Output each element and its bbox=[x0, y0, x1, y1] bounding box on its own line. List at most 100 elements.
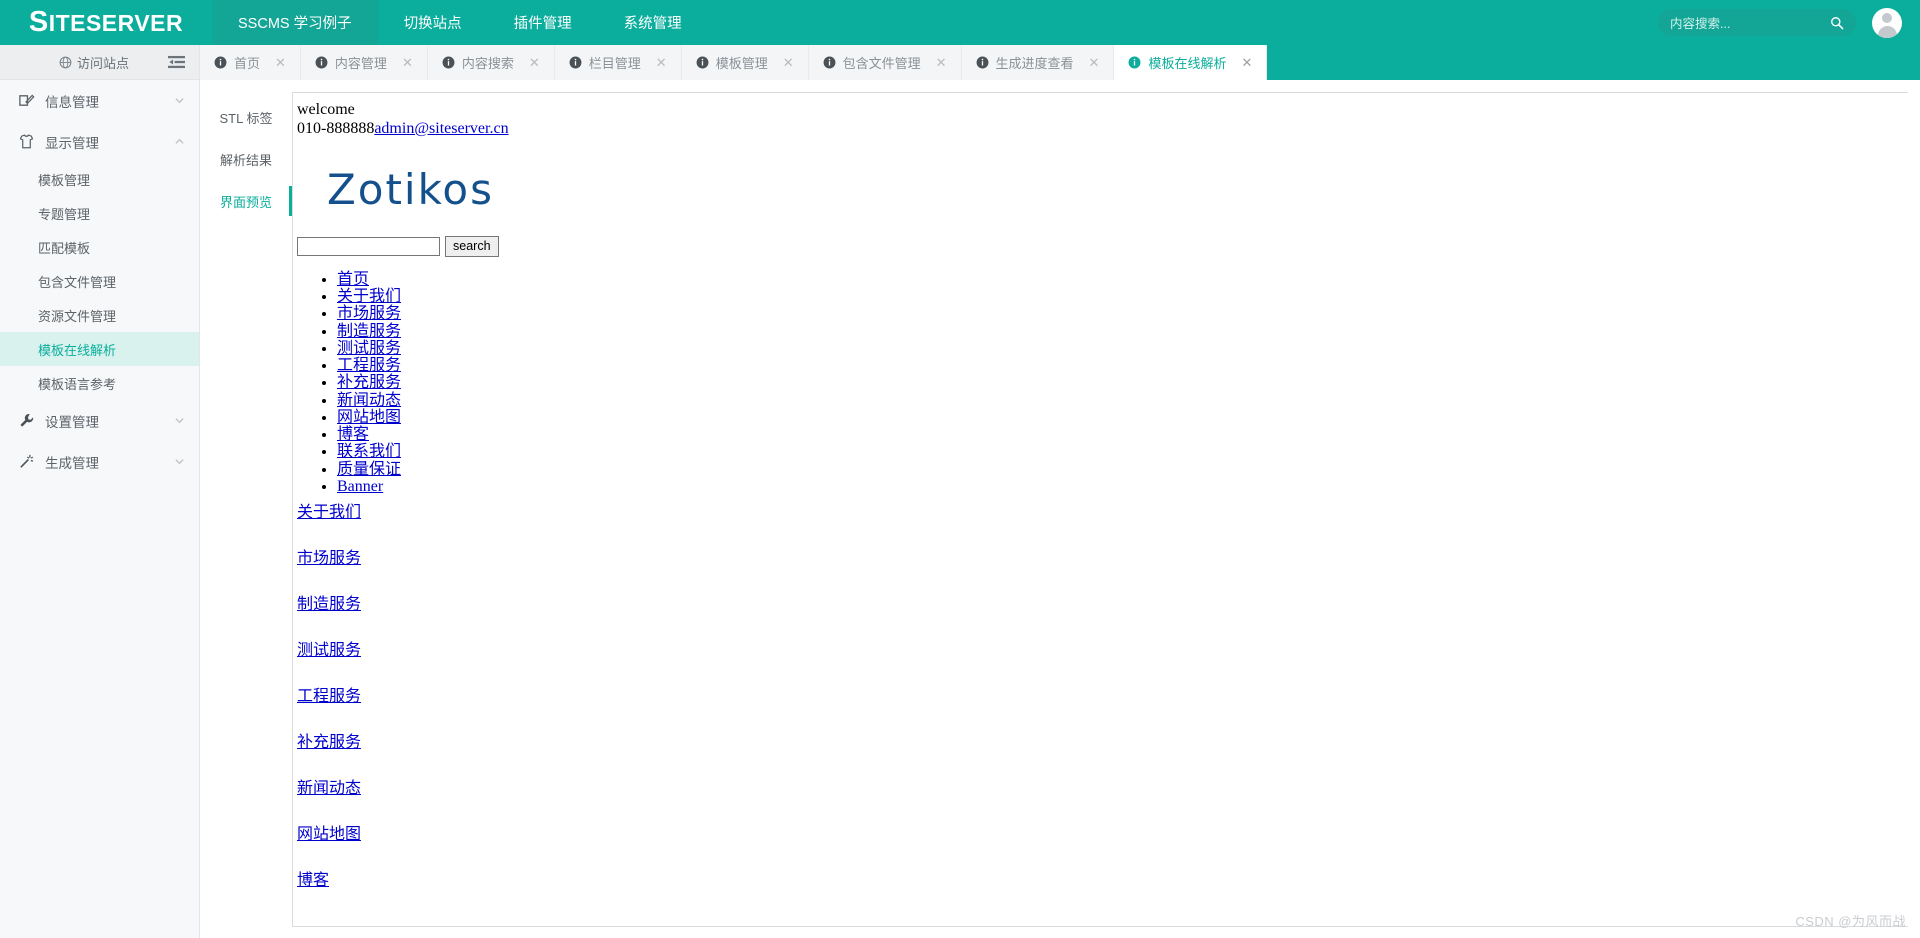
tab-close-icon[interactable]: ✕ bbox=[775, 55, 794, 71]
sidebar-item-match-template[interactable]: 匹配模板 bbox=[0, 230, 199, 264]
tab-close-icon[interactable]: ✕ bbox=[928, 55, 947, 71]
list-item[interactable]: 制造服务 bbox=[337, 323, 1908, 340]
sidebar-group-generate-manage[interactable]: 生成管理 bbox=[0, 441, 199, 482]
preview-menu-link[interactable]: 工程服务 bbox=[337, 357, 401, 374]
list-item[interactable]: 联系我们 bbox=[337, 443, 1908, 460]
tab-close-icon[interactable]: ✕ bbox=[648, 55, 667, 71]
preview-menu-link[interactable]: 网站地图 bbox=[337, 409, 401, 426]
tab-close-icon[interactable]: ✕ bbox=[1081, 55, 1100, 71]
preview-section-link[interactable]: 新闻动态 bbox=[297, 780, 361, 797]
preview-section-paragraph: 网站地图 bbox=[297, 827, 1908, 843]
app-logo[interactable]: S ITESERVER bbox=[0, 0, 212, 45]
preview-section-paragraph: 新闻动态 bbox=[297, 781, 1908, 797]
preview-section-link[interactable]: 制造服务 bbox=[297, 596, 361, 613]
top-nav-item-sscms-demo[interactable]: SSCMS 学习例子 bbox=[212, 0, 378, 45]
sidebar-item-template-online-parse[interactable]: 模板在线解析 bbox=[0, 332, 199, 366]
vtab-ui-preview[interactable]: 界面预览 bbox=[200, 180, 292, 222]
sidebar-item-template-manage[interactable]: 模板管理 bbox=[0, 162, 199, 196]
content-search-box[interactable]: 内容搜索... bbox=[1658, 9, 1856, 36]
preview-section-paragraph: 补充服务 bbox=[297, 735, 1908, 751]
top-nav-item-system-manage[interactable]: 系统管理 bbox=[598, 0, 708, 45]
preview-menu-link[interactable]: 关于我们 bbox=[337, 288, 401, 305]
vtab-stl-tags[interactable]: STL 标签 bbox=[200, 96, 292, 138]
sidebar-group-label: 信息管理 bbox=[45, 94, 99, 110]
tab-close-icon[interactable]: ✕ bbox=[394, 55, 413, 71]
tab-content-search[interactable]: 内容搜索 ✕ bbox=[427, 45, 555, 80]
tab-template-online-parse[interactable]: 模板在线解析 ✕ bbox=[1114, 45, 1268, 80]
watermark: CSDN @为风而战 bbox=[1795, 914, 1906, 929]
tab-list: 首页 ✕ 内容管理 ✕ 内容搜索 ✕ 栏目管理 ✕ 模板管理 ✕ 包含文件管理 … bbox=[200, 45, 1268, 80]
tab-label: 栏目管理 bbox=[588, 56, 641, 71]
tab-strip: 首页 ✕ 内容管理 ✕ 内容搜索 ✕ 栏目管理 ✕ 模板管理 ✕ 包含文件管理 … bbox=[200, 45, 1920, 80]
preview-search-input[interactable] bbox=[297, 236, 440, 256]
list-item[interactable]: 关于我们 bbox=[337, 288, 1908, 305]
app-logo-initial: S bbox=[28, 6, 49, 38]
preview-menu-list: 首页 关于我们 市场服务 制造服务 测试服务 工程服务 补充服务 新闻动态 网站… bbox=[297, 271, 1908, 495]
preview-section-link[interactable]: 博客 bbox=[297, 872, 329, 889]
preview-menu-link[interactable]: 博客 bbox=[337, 426, 369, 443]
list-item[interactable]: 质量保证 bbox=[337, 461, 1908, 478]
top-nav-item-switch-site[interactable]: 切换站点 bbox=[378, 0, 488, 45]
sidebar-item-asset-file-manage[interactable]: 资源文件管理 bbox=[0, 298, 199, 332]
collapse-menu-icon[interactable] bbox=[168, 55, 185, 69]
preview-contact-line: 010-888888admin@siteserver.cn bbox=[297, 120, 1908, 139]
preview-search-button[interactable]: search bbox=[445, 235, 499, 257]
top-nav-label: 系统管理 bbox=[623, 16, 682, 32]
preview-section-link[interactable]: 测试服务 bbox=[297, 642, 361, 659]
list-item[interactable]: 补充服务 bbox=[337, 374, 1908, 391]
list-item[interactable]: 工程服务 bbox=[337, 357, 1908, 374]
avatar[interactable] bbox=[1872, 7, 1902, 38]
preview-section-link[interactable]: 网站地图 bbox=[297, 826, 361, 843]
top-nav-item-plugin-manage[interactable]: 插件管理 bbox=[488, 0, 598, 45]
search-icon[interactable] bbox=[1830, 16, 1844, 30]
tab-home[interactable]: 首页 ✕ bbox=[200, 45, 301, 80]
list-item[interactable]: Banner bbox=[337, 478, 1908, 495]
list-item[interactable]: 新闻动态 bbox=[337, 392, 1908, 409]
tab-close-icon[interactable]: ✕ bbox=[267, 55, 286, 71]
tab-channel-manage[interactable]: 栏目管理 ✕ bbox=[554, 45, 682, 80]
list-item[interactable]: 首页 bbox=[337, 271, 1908, 288]
preview-menu-link[interactable]: 补充服务 bbox=[337, 374, 401, 391]
list-item[interactable]: 市场服务 bbox=[337, 305, 1908, 322]
sidebar-item-special-manage[interactable]: 专题管理 bbox=[0, 196, 199, 230]
tab-label: 首页 bbox=[234, 56, 261, 71]
sidebar-item-label: 模板在线解析 bbox=[38, 342, 117, 358]
tab-template-manage[interactable]: 模板管理 ✕ bbox=[681, 45, 809, 80]
preview-section-paragraph: 市场服务 bbox=[297, 551, 1908, 567]
sidebar-item-template-language-reference[interactable]: 模板语言参考 bbox=[0, 366, 199, 400]
list-item[interactable]: 测试服务 bbox=[337, 340, 1908, 357]
visit-site-bar[interactable]: 访问站点 bbox=[0, 45, 199, 80]
info-icon bbox=[696, 56, 709, 69]
sidebar-group-settings-manage[interactable]: 设置管理 bbox=[0, 400, 199, 441]
preview-menu-link[interactable]: 新闻动态 bbox=[337, 392, 401, 409]
preview-section-link[interactable]: 市场服务 bbox=[297, 550, 361, 567]
preview-email-link[interactable]: admin@siteserver.cn bbox=[374, 120, 508, 137]
preview-section-link[interactable]: 工程服务 bbox=[297, 688, 361, 705]
preview-menu-link[interactable]: 市场服务 bbox=[337, 305, 401, 322]
preview-menu-link[interactable]: 首页 bbox=[337, 271, 369, 288]
preview-section-link[interactable]: 关于我们 bbox=[297, 504, 361, 521]
sidebar-group-display-manage[interactable]: 显示管理 bbox=[0, 121, 199, 162]
info-icon bbox=[442, 56, 455, 69]
list-item[interactable]: 博客 bbox=[337, 426, 1908, 443]
tab-close-icon[interactable]: ✕ bbox=[521, 55, 540, 71]
tab-generate-progress[interactable]: 生成进度查看 ✕ bbox=[961, 45, 1115, 80]
wrench-icon bbox=[20, 413, 34, 427]
preview-menu-link[interactable]: Banner bbox=[337, 478, 383, 495]
tab-content-manage[interactable]: 内容管理 ✕ bbox=[300, 45, 428, 80]
preview-menu-link[interactable]: 质量保证 bbox=[337, 461, 401, 478]
tab-include-file-manage[interactable]: 包含文件管理 ✕ bbox=[808, 45, 962, 80]
info-icon bbox=[315, 56, 328, 69]
vtab-parse-result[interactable]: 解析结果 bbox=[200, 138, 292, 180]
preview-menu-link[interactable]: 联系我们 bbox=[337, 443, 401, 460]
list-item[interactable]: 网站地图 bbox=[337, 409, 1908, 426]
sidebar-item-include-file-manage[interactable]: 包含文件管理 bbox=[0, 264, 199, 298]
sidebar-item-label: 模板语言参考 bbox=[38, 376, 117, 392]
sidebar-group-info-manage[interactable]: 信息管理 bbox=[0, 80, 199, 121]
preview-menu-link[interactable]: 制造服务 bbox=[337, 323, 401, 340]
sidebar: 访问站点 信息管理 显示管理 模板管理 专题管理 匹配模板 包含文件管理 资源文… bbox=[0, 45, 200, 938]
tab-close-icon[interactable]: ✕ bbox=[1233, 55, 1252, 71]
preview-menu-link[interactable]: 测试服务 bbox=[337, 340, 401, 357]
preview-section-link[interactable]: 补充服务 bbox=[297, 734, 361, 751]
chevron-up-icon bbox=[175, 138, 184, 144]
